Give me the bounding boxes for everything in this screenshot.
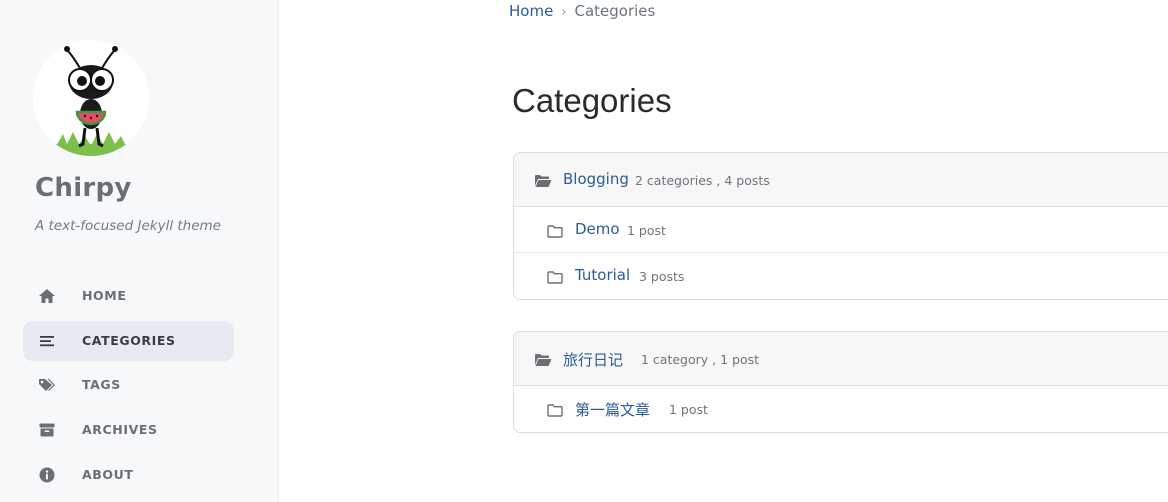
category-meta: 1 category , 1 post: [641, 352, 760, 367]
archive-icon: [38, 422, 56, 438]
category-header: Blogging 2 categories , 4 posts: [514, 153, 1168, 207]
page-title: Categories: [512, 82, 672, 119]
category-meta: 2 categories , 4 posts: [635, 173, 770, 188]
subcategory-meta: 1 post: [627, 223, 666, 238]
nav-label: TAGS: [82, 377, 121, 393]
sidebar-nav: HOME CATEGORIES TAGS ARCHIVES ABOUT: [23, 276, 234, 499]
subcategory-row: Tutorial 3 posts: [514, 253, 1168, 299]
category-link[interactable]: 旅行日记: [563, 349, 623, 370]
avatar[interactable]: [33, 40, 149, 156]
folder-icon: [547, 223, 563, 242]
subcategory-link[interactable]: Demo: [575, 220, 620, 238]
list-icon: [38, 333, 56, 349]
category-card: Blogging 2 categories , 4 posts Demo 1 p…: [513, 152, 1168, 300]
home-icon: [38, 288, 56, 304]
folder-open-icon: [534, 173, 552, 192]
nav-item-archives[interactable]: ARCHIVES: [23, 410, 234, 450]
nav-label: ABOUT: [82, 466, 134, 482]
category-card: 旅行日记 1 category , 1 post 第一篇文章 1 post: [513, 331, 1168, 433]
ant-mascot-logo: [51, 46, 131, 156]
nav-item-tags[interactable]: TAGS: [23, 365, 234, 405]
nav-label: CATEGORIES: [82, 332, 176, 348]
nav-label: HOME: [82, 288, 127, 303]
breadcrumb: Home › Categories: [509, 2, 655, 20]
breadcrumb-separator: ›: [561, 5, 567, 20]
breadcrumb-home-link[interactable]: Home: [509, 2, 553, 20]
nav-item-categories[interactable]: CATEGORIES: [23, 320, 234, 361]
subcategory-meta: 3 posts: [639, 269, 685, 284]
nav-item-home[interactable]: HOME: [23, 276, 234, 316]
nav-label: ARCHIVES: [82, 422, 158, 438]
subcategory-meta: 1 post: [669, 402, 708, 417]
subcategory-link[interactable]: 第一篇文章: [575, 399, 650, 420]
category-link[interactable]: Blogging: [563, 170, 629, 188]
subcategory-row: Demo 1 post: [514, 207, 1168, 253]
folder-icon: [547, 269, 563, 288]
app-window: Chirpy A text-focused Jekyll theme HOME …: [0, 0, 1168, 502]
sidebar: Chirpy A text-focused Jekyll theme HOME …: [0, 0, 279, 502]
folder-icon: [547, 402, 563, 421]
site-subtitle: A text-focused Jekyll theme: [35, 218, 221, 234]
category-header: 旅行日记 1 category , 1 post: [514, 332, 1168, 386]
nav-item-about[interactable]: ABOUT: [23, 455, 234, 495]
breadcrumb-current: Categories: [574, 2, 656, 20]
subcategory-link[interactable]: Tutorial: [575, 266, 630, 284]
subcategory-row: 第一篇文章 1 post: [514, 386, 1168, 432]
site-title[interactable]: Chirpy: [35, 173, 132, 203]
tags-icon: [38, 377, 56, 393]
folder-open-icon: [534, 352, 552, 371]
info-icon: [38, 467, 56, 483]
